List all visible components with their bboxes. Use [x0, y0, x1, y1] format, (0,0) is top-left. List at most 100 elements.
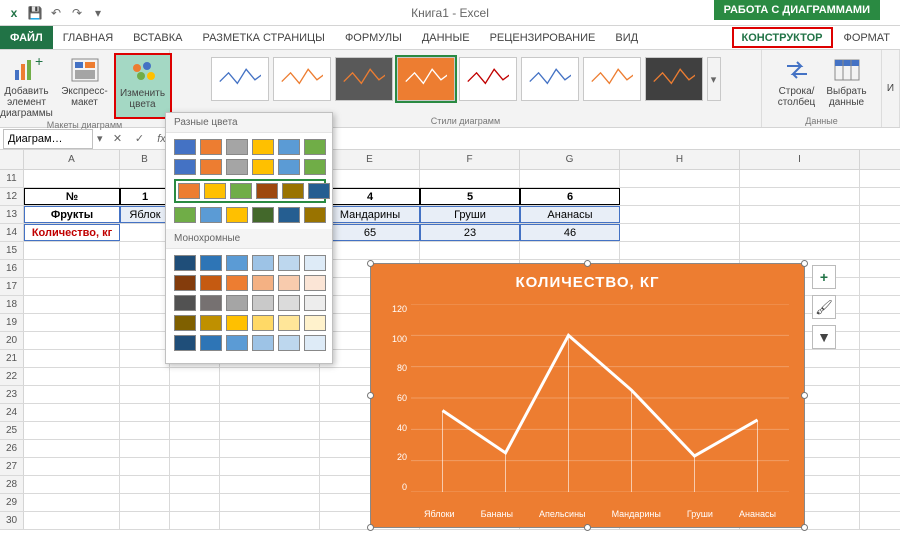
cell-B21[interactable] — [120, 350, 170, 367]
color-swatch[interactable] — [278, 139, 300, 155]
cell-F11[interactable] — [420, 170, 520, 187]
qat-customize-icon[interactable]: ▾ — [89, 4, 107, 22]
chart-elements-button[interactable]: + — [812, 265, 836, 289]
cell-E13[interactable]: Мандарины — [320, 206, 420, 223]
cell-D22[interactable] — [220, 368, 320, 385]
row-header[interactable]: 29 — [0, 494, 24, 511]
color-swatch[interactable] — [252, 159, 274, 175]
color-swatch[interactable] — [304, 275, 326, 291]
color-swatch[interactable] — [204, 183, 226, 199]
cell-A17[interactable] — [24, 278, 120, 295]
cell-A22[interactable] — [24, 368, 120, 385]
color-swatch[interactable] — [200, 207, 222, 223]
name-box[interactable] — [3, 129, 93, 149]
color-swatch[interactable] — [252, 275, 274, 291]
embedded-chart[interactable]: КОЛИЧЕСТВО, КГ 120100806040200 ЯблокиБан… — [370, 263, 805, 528]
cell-I11[interactable] — [740, 170, 860, 187]
select-all-corner[interactable] — [0, 150, 24, 169]
color-swatch[interactable] — [278, 207, 300, 223]
cell-B27[interactable] — [120, 458, 170, 475]
row-header[interactable]: 13 — [0, 206, 24, 223]
chart-style-4[interactable] — [397, 57, 455, 101]
cell-I15[interactable] — [740, 242, 860, 259]
color-swatch[interactable] — [304, 255, 326, 271]
column-header-F[interactable]: F — [420, 150, 520, 169]
row-header[interactable]: 14 — [0, 224, 24, 241]
cell-D23[interactable] — [220, 386, 320, 403]
color-swatch[interactable] — [304, 139, 326, 155]
color-swatch[interactable] — [304, 159, 326, 175]
cell-C23[interactable] — [170, 386, 220, 403]
cell-D24[interactable] — [220, 404, 320, 421]
column-header-E[interactable]: E — [320, 150, 420, 169]
row-header[interactable]: 24 — [0, 404, 24, 421]
color-swatch[interactable] — [230, 183, 252, 199]
chart-style-2[interactable] — [273, 57, 331, 101]
cell-F13[interactable]: Груши — [420, 206, 520, 223]
color-swatch[interactable] — [200, 139, 222, 155]
chart-style-3[interactable] — [335, 57, 393, 101]
color-swatch[interactable] — [200, 159, 222, 175]
color-swatch[interactable] — [200, 335, 222, 351]
cell-A11[interactable] — [24, 170, 120, 187]
name-box-dropdown-icon[interactable]: ▾ — [93, 132, 107, 145]
chart-plot-area[interactable] — [411, 304, 789, 492]
color-swatch[interactable] — [252, 207, 274, 223]
cell-C30[interactable] — [170, 512, 220, 529]
cell-B17[interactable] — [120, 278, 170, 295]
cell-D25[interactable] — [220, 422, 320, 439]
chart-style-5[interactable] — [459, 57, 517, 101]
cell-F14[interactable]: 23 — [420, 224, 520, 241]
color-swatch[interactable] — [178, 183, 200, 199]
row-header[interactable]: 19 — [0, 314, 24, 331]
color-swatch[interactable] — [200, 295, 222, 311]
cell-C22[interactable] — [170, 368, 220, 385]
cell-A23[interactable] — [24, 386, 120, 403]
cell-B28[interactable] — [120, 476, 170, 493]
color-swatch[interactable] — [252, 315, 274, 331]
color-swatch[interactable] — [304, 315, 326, 331]
cell-C26[interactable] — [170, 440, 220, 457]
cell-G13[interactable]: Ананасы — [520, 206, 620, 223]
color-swatch[interactable] — [278, 295, 300, 311]
color-swatch[interactable] — [174, 335, 196, 351]
cell-B25[interactable] — [120, 422, 170, 439]
color-swatch[interactable] — [174, 295, 196, 311]
cell-C27[interactable] — [170, 458, 220, 475]
tab-home[interactable]: ГЛАВНАЯ — [53, 26, 123, 49]
cell-D27[interactable] — [220, 458, 320, 475]
cell-B23[interactable] — [120, 386, 170, 403]
enter-formula-icon[interactable]: ✓ — [129, 132, 151, 145]
cell-A19[interactable] — [24, 314, 120, 331]
color-swatch[interactable] — [200, 315, 222, 331]
tab-data[interactable]: ДАННЫЕ — [412, 26, 480, 49]
column-header-H[interactable]: H — [620, 150, 740, 169]
cell-B19[interactable] — [120, 314, 170, 331]
chart-style-1[interactable] — [211, 57, 269, 101]
cell-A13[interactable]: Фрукты — [24, 206, 120, 223]
cell-A30[interactable] — [24, 512, 120, 529]
row-header[interactable]: 20 — [0, 332, 24, 349]
cell-E14[interactable]: 65 — [320, 224, 420, 241]
tab-review[interactable]: РЕЦЕНЗИРОВАНИЕ — [480, 26, 606, 49]
color-swatch[interactable] — [200, 255, 222, 271]
cell-E15[interactable] — [320, 242, 420, 259]
cell-H11[interactable] — [620, 170, 740, 187]
cell-I13[interactable] — [740, 206, 860, 223]
color-swatch[interactable] — [226, 207, 248, 223]
cell-H15[interactable] — [620, 242, 740, 259]
cell-G11[interactable] — [520, 170, 620, 187]
tab-chart-format[interactable]: ФОРМАТ — [834, 26, 900, 49]
cell-F12[interactable]: 5 — [420, 188, 520, 205]
row-header[interactable]: 17 — [0, 278, 24, 295]
cell-A16[interactable] — [24, 260, 120, 277]
tab-chart-design[interactable]: КОНСТРУКТОР — [732, 27, 833, 48]
cell-E11[interactable] — [320, 170, 420, 187]
row-header[interactable]: 22 — [0, 368, 24, 385]
cell-B14[interactable] — [120, 224, 170, 241]
cell-C24[interactable] — [170, 404, 220, 421]
cell-B30[interactable] — [120, 512, 170, 529]
cell-A14[interactable]: Количество, кг — [24, 224, 120, 241]
color-swatch[interactable] — [174, 139, 196, 155]
color-swatch[interactable] — [226, 139, 248, 155]
